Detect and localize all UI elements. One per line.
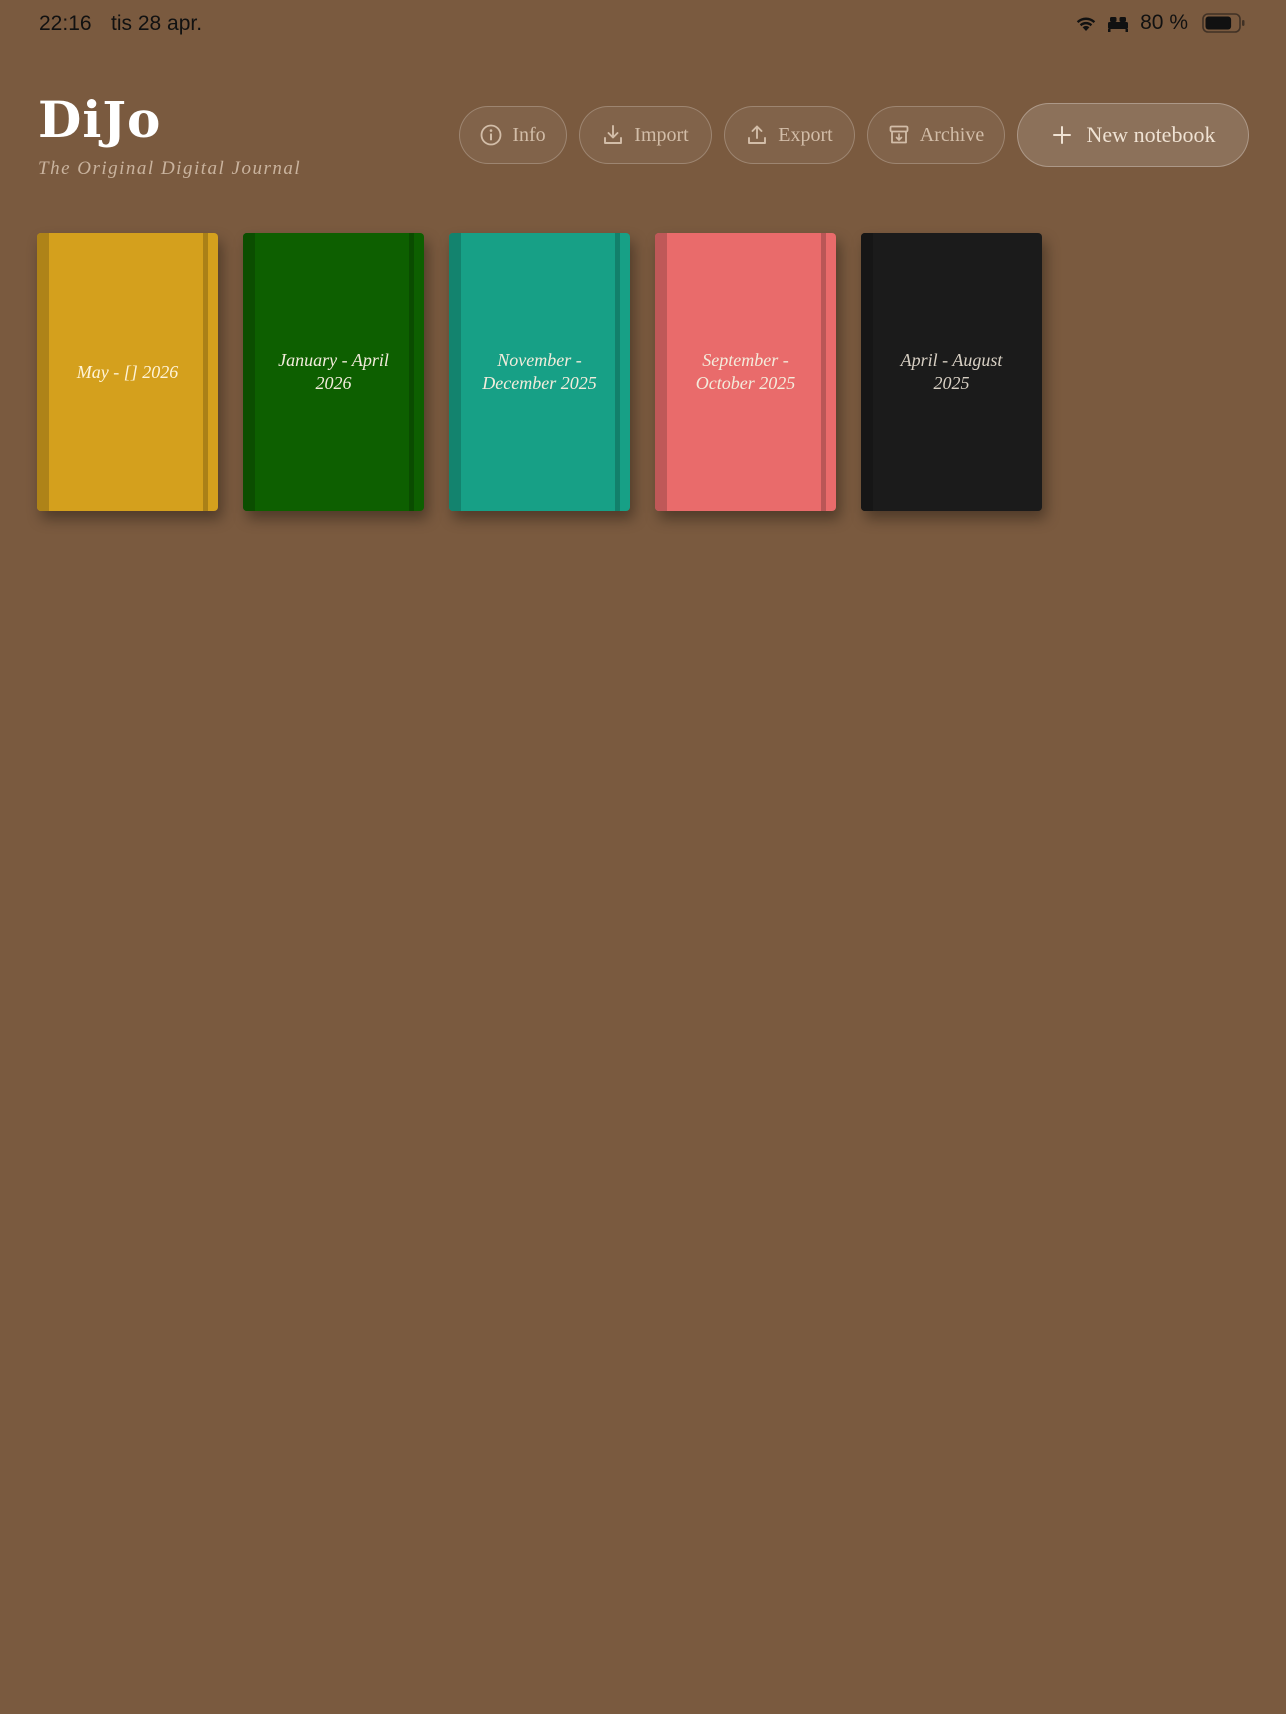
archive-button[interactable]: Archive [867, 106, 1005, 164]
export-button-label: Export [778, 123, 833, 146]
archive-icon [888, 124, 910, 146]
status-date: tis 28 apr. [111, 12, 203, 35]
notebook-title: May - [] 2026 [76, 361, 179, 382]
notebook-spine [449, 233, 461, 511]
download-icon [602, 124, 624, 146]
notebook-title: November - December 2025 [482, 350, 597, 393]
app-title: DiJo [38, 90, 162, 149]
notebook-spine [243, 233, 255, 511]
battery-icon [1202, 12, 1246, 34]
notebook-elastic-band [821, 233, 826, 511]
notebook[interactable]: April - August 2025 [861, 233, 1042, 511]
new-notebook-button[interactable]: New notebook [1017, 103, 1249, 167]
status-time: 22:16 [39, 12, 92, 35]
notebook-elastic-band [203, 233, 208, 511]
notebook[interactable]: September - October 2025 [655, 233, 836, 511]
battery-percent: 80 % [1140, 11, 1188, 34]
import-button[interactable]: Import [579, 106, 712, 164]
archive-button-label: Archive [919, 123, 985, 146]
upload-icon [746, 124, 768, 146]
notebook-spine [861, 233, 873, 511]
notebook[interactable]: May - [] 2026 [37, 233, 218, 511]
notebook-elastic-band [409, 233, 414, 511]
new-notebook-button-label: New notebook [1086, 122, 1216, 147]
sleep-focus-icon [1106, 14, 1130, 32]
status-bar: 22:16 tis 28 apr. 80 % [0, 0, 1286, 50]
export-button[interactable]: Export [724, 106, 855, 164]
notebook[interactable]: November - December 2025 [449, 233, 630, 511]
info-icon [480, 124, 502, 146]
notebook-spine [655, 233, 667, 511]
wifi-icon [1074, 14, 1098, 32]
import-button-label: Import [634, 123, 689, 146]
notebook[interactable]: January - April 2026 [243, 233, 424, 511]
status-indicators: 80 % [1074, 11, 1246, 35]
notebook-title: September - October 2025 [695, 350, 796, 393]
notebook-title: April - August 2025 [900, 350, 1003, 393]
plus-icon [1051, 124, 1073, 146]
notebook-spine [37, 233, 49, 511]
notebook-title: January - April 2026 [278, 350, 389, 393]
notebook-elastic-band [615, 233, 620, 511]
info-button-label: Info [512, 123, 546, 146]
info-button[interactable]: Info [459, 106, 567, 164]
app-subtitle: The Original Digital Journal [38, 158, 302, 179]
